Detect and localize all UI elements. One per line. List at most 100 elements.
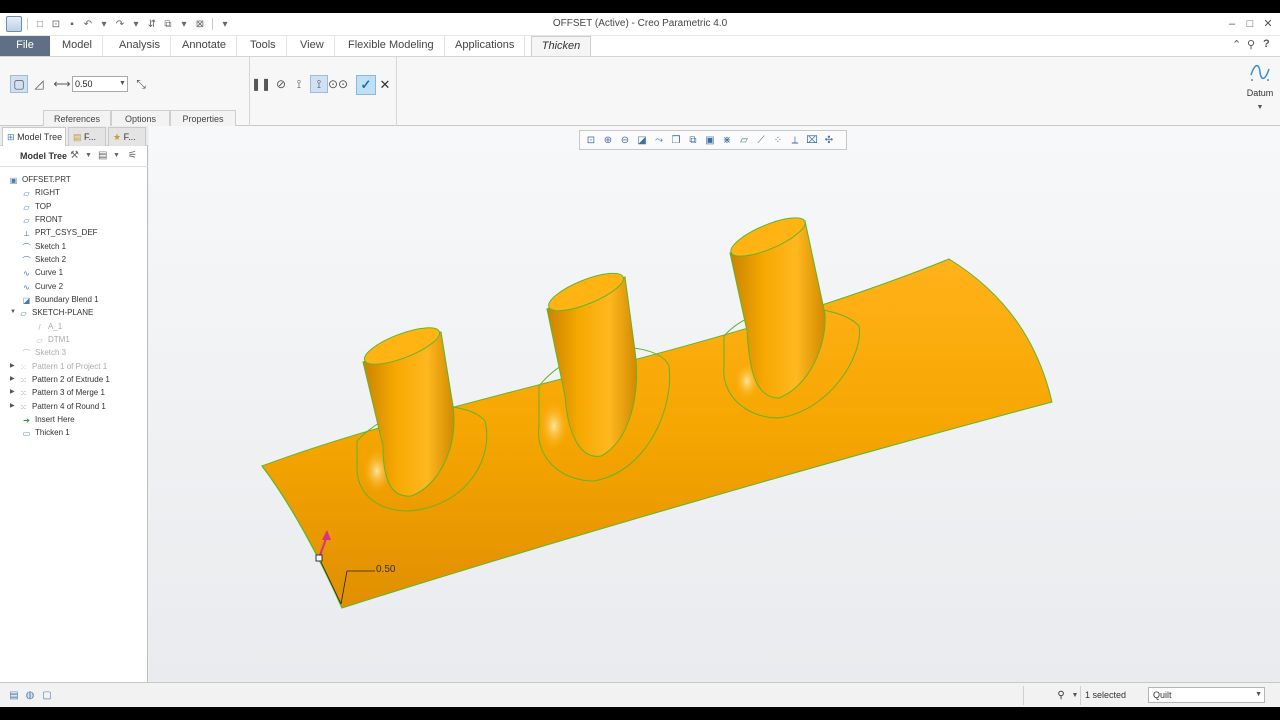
tab-favorites[interactable]: ★ F... — [108, 127, 146, 146]
refit-icon[interactable]: ⊡ — [583, 132, 599, 148]
references-panel-tab[interactable]: References — [43, 110, 111, 127]
tree-item[interactable]: ▶ ⁙ Pattern 4 of Round 1 — [10, 400, 106, 413]
redo-dropdown-icon[interactable]: ▾ — [129, 17, 143, 31]
close-icon[interactable]: ✕ — [1259, 16, 1277, 32]
tree-item[interactable]: ∿ Curve 2 — [21, 280, 63, 293]
tree-item[interactable]: ▱ TOP — [21, 200, 51, 213]
minimize-ribbon-icon[interactable]: ⌃ — [1232, 38, 1241, 51]
tree-item[interactable]: ⌒ Sketch 1 — [21, 240, 67, 253]
show-icon[interactable]: ▤ — [98, 150, 107, 161]
tab-file[interactable]: File — [0, 36, 50, 56]
close-window-icon[interactable]: ⊠ — [193, 17, 207, 31]
save-icon[interactable]: ▪ — [65, 17, 79, 31]
datum-button[interactable]: Datum ▼ — [1244, 61, 1276, 111]
tree-item[interactable]: ▶ ⁙ Pattern 2 of Extrude 1 — [10, 373, 110, 386]
tree-filter-icon[interactable]: ⚟ — [128, 150, 137, 161]
windows-icon[interactable]: ⧉ — [161, 17, 175, 31]
cancel-icon[interactable]: ✕ — [378, 75, 392, 95]
tab-analysis[interactable]: Analysis — [109, 36, 171, 56]
tree-item[interactable]: ⌒ Sketch 3 — [21, 346, 67, 359]
tree-item[interactable]: / A_1 — [34, 320, 62, 333]
preview-icon[interactable]: ⟟ — [290, 75, 308, 93]
tree-item[interactable]: ➔ Insert Here — [21, 413, 74, 426]
tab-applications[interactable]: Applications — [445, 36, 526, 56]
tab-model-tree[interactable]: ⊞ Model Tree — [2, 127, 66, 146]
app-menu-icon[interactable] — [6, 16, 22, 32]
expand-icon[interactable]: ▶ — [10, 373, 18, 386]
tab-thicken[interactable]: Thicken — [531, 36, 591, 56]
tree-item[interactable]: ∿ Curve 1 — [21, 266, 63, 279]
tree-item[interactable]: ▱ FRONT — [21, 213, 62, 226]
axis-display-icon[interactable]: ⟋ — [753, 132, 769, 148]
full-screen-icon[interactable]: ▢ — [40, 688, 54, 702]
maximize-icon[interactable]: □ — [1241, 16, 1259, 32]
model-viewport[interactable] — [149, 126, 1280, 682]
tree-settings-icon[interactable]: ⚒ — [70, 150, 79, 161]
no-preview-icon[interactable]: ⊘ — [272, 75, 290, 93]
thickness-dimension-label[interactable]: 0.50 — [376, 564, 395, 575]
help-icon[interactable]: ? — [1263, 38, 1270, 50]
toggle-browser-icon[interactable]: ◍ — [23, 688, 37, 702]
datum-display-filters-icon[interactable]: ⋇ — [719, 132, 735, 148]
tab-model[interactable]: Model — [52, 36, 103, 56]
csys-display-icon[interactable]: ⟂ — [787, 132, 803, 148]
graphics-window[interactable]: 0.50 ⊡ ⊕ ⊖ ◪ ⤳ ❒ ⧉ ▣ ⋇ ▱ ⟋ ⁘ ⟂ ⌧ ✣ — [149, 126, 1280, 682]
selection-filter-select[interactable]: Quilt ▼ — [1148, 687, 1265, 703]
tab-flexible-modeling[interactable]: Flexible Modeling — [338, 36, 445, 56]
show-dropdown-icon[interactable]: ▼ — [113, 152, 120, 159]
flip-direction-icon[interactable]: ⤡ — [132, 75, 150, 93]
windows-dropdown-icon[interactable]: ▾ — [177, 17, 191, 31]
tab-tools[interactable]: Tools — [240, 36, 287, 56]
search-icon[interactable]: ⚲ — [1247, 38, 1255, 51]
display-style-icon[interactable]: ▣ — [702, 132, 718, 148]
minimize-icon[interactable]: – — [1223, 16, 1241, 32]
open-file-icon[interactable]: ⊡ — [49, 17, 63, 31]
expand-icon[interactable]: ▶ — [10, 400, 18, 413]
thickness-dropdown-icon[interactable]: ▼ — [118, 77, 127, 91]
undo-icon[interactable]: ↶ — [81, 17, 95, 31]
tab-view[interactable]: View — [290, 36, 335, 56]
plane-display-icon[interactable]: ▱ — [736, 132, 752, 148]
spin-center-icon[interactable]: ✣ — [821, 132, 837, 148]
repaint-icon[interactable]: ◪ — [634, 132, 650, 148]
tree-item[interactable]: ▱ DTM1 — [34, 333, 69, 346]
tree-item[interactable]: ▶ ⁙ Pattern 1 of Project 1 — [10, 360, 107, 373]
expand-icon[interactable]: ▶ — [10, 386, 18, 399]
find-icon[interactable]: ⚲ — [1054, 688, 1068, 702]
annotation-display-icon[interactable]: ⌧ — [804, 132, 820, 148]
tree-item[interactable]: ▭ Thicken 1 — [21, 426, 70, 439]
customize-toolbar-icon[interactable]: ▾ — [218, 17, 232, 31]
collapse-icon[interactable]: ▼ — [10, 306, 18, 319]
tab-folder-browser[interactable]: ▤ F... — [68, 127, 106, 146]
tree-item[interactable]: ▼ ▱ SKETCH-PLANE — [10, 306, 93, 319]
new-file-icon[interactable]: □ — [33, 17, 47, 31]
pause-icon[interactable]: ❚❚ — [251, 75, 271, 93]
toggle-navigator-icon[interactable]: ▤ — [7, 688, 21, 702]
regenerate-icon[interactable]: ⇵ — [145, 17, 159, 31]
tab-annotate[interactable]: Annotate — [172, 36, 238, 56]
tree-settings-dropdown-icon[interactable]: ▼ — [85, 152, 92, 159]
glasses-icon[interactable]: ⊙⊙ — [328, 75, 348, 93]
undo-dropdown-icon[interactable]: ▾ — [97, 17, 111, 31]
zoom-in-icon[interactable]: ⊕ — [600, 132, 616, 148]
remove-material-icon[interactable]: ◿ — [30, 75, 48, 93]
reorient-icon[interactable]: ⤳ — [651, 132, 667, 148]
tree-item[interactable]: ▱ RIGHT — [21, 186, 59, 199]
saved-orientations-icon[interactable]: ❒ — [668, 132, 684, 148]
tree-item[interactable]: ⟂ PRT_CSYS_DEF — [21, 226, 98, 239]
datum-dropdown-icon[interactable]: ▼ — [1244, 104, 1276, 111]
zoom-out-icon[interactable]: ⊖ — [617, 132, 633, 148]
verify-preview-icon[interactable]: ⟟ — [310, 75, 328, 93]
options-panel-tab[interactable]: Options — [111, 110, 170, 127]
tree-item[interactable]: ⌒ Sketch 2 — [21, 253, 67, 266]
redo-icon[interactable]: ↷ — [113, 17, 127, 31]
view-manager-icon[interactable]: ⧉ — [685, 132, 701, 148]
ok-checkmark-icon[interactable]: ✓ — [356, 75, 376, 95]
tree-item[interactable]: ▶ ⁙ Pattern 3 of Merge 1 — [10, 386, 105, 399]
solid-thicken-icon[interactable]: ▢ — [10, 75, 28, 93]
expand-icon[interactable]: ▶ — [10, 360, 18, 373]
point-display-icon[interactable]: ⁘ — [770, 132, 786, 148]
tree-item[interactable]: ▣ OFFSET.PRT — [8, 173, 71, 186]
properties-panel-tab[interactable]: Properties — [170, 110, 236, 127]
tree-item[interactable]: ◪ Boundary Blend 1 — [21, 293, 99, 306]
